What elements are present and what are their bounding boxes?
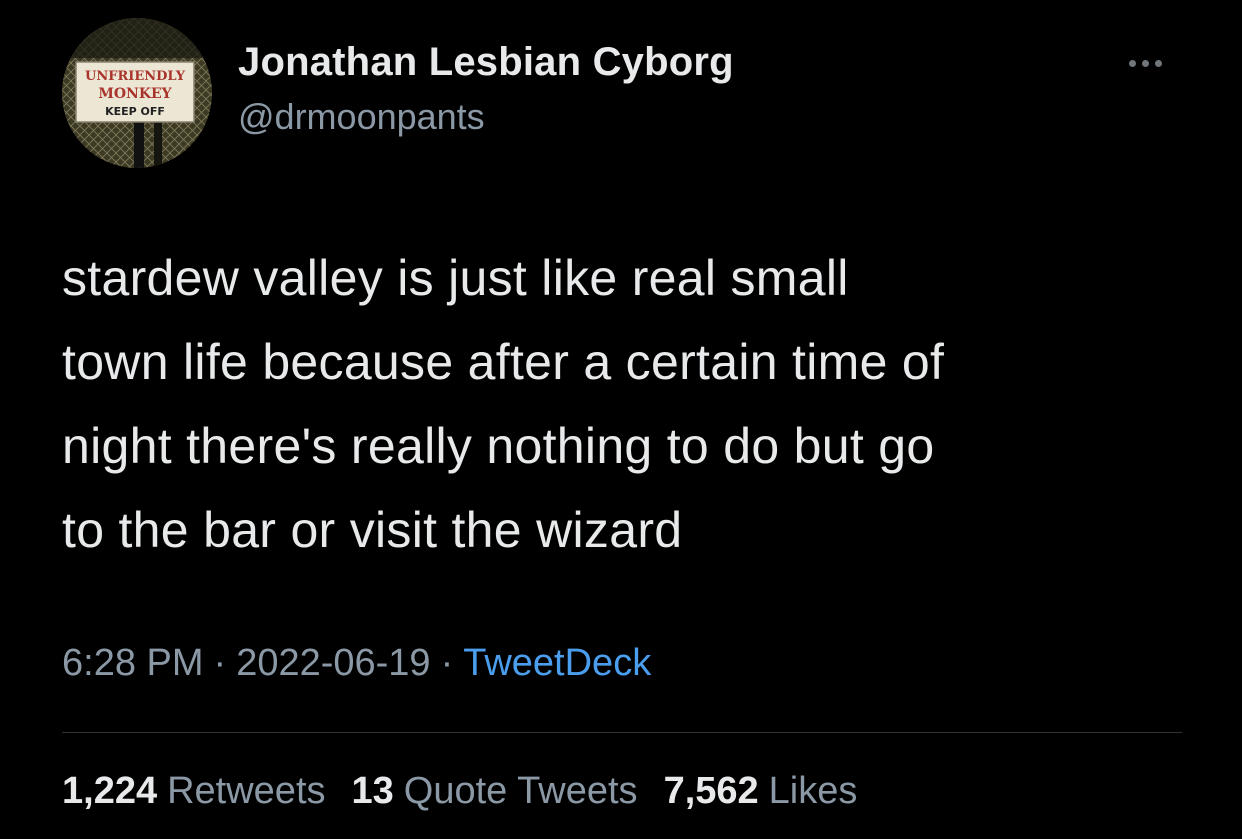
retweets-label: Retweets [167, 770, 326, 812]
avatar-sign-line2: MONKEY [98, 86, 172, 102]
more-options-button[interactable] [1110, 48, 1180, 78]
tweet-meta: 6:28 PM · 2022-06-19 · TweetDeck [62, 642, 651, 685]
avatar-image: UNFRIENDLY MONKEY KEEP OFF [62, 18, 212, 168]
tweet-text-line: town life because after a certain time o… [62, 334, 945, 390]
meta-separator: · [440, 642, 454, 684]
tweet-text-line: stardew valley is just like real small [62, 250, 849, 306]
avatar-sign-line3: KEEP OFF [105, 105, 165, 118]
author-handle[interactable]: @drmoonpants [238, 96, 485, 138]
author-display-name[interactable]: Jonathan Lesbian Cyborg [238, 40, 734, 85]
tweet-card: UNFRIENDLY MONKEY KEEP OFF Jonathan Lesb… [0, 0, 1242, 839]
quote-tweets-stat[interactable]: 13 Quote Tweets [352, 770, 638, 813]
quote-tweets-label: Quote Tweets [403, 770, 638, 812]
avatar-sign-line1: UNFRIENDLY [85, 69, 186, 84]
more-dots-icon [1154, 59, 1162, 67]
likes-stat[interactable]: 7,562 Likes [664, 770, 858, 813]
tweet-source-link[interactable]: TweetDeck [463, 642, 651, 684]
retweets-count: 1,224 [62, 770, 158, 812]
likes-count: 7,562 [663, 770, 759, 812]
divider [62, 732, 1182, 733]
tweet-text: stardew valley is just like real small t… [62, 236, 1202, 572]
avatar[interactable]: UNFRIENDLY MONKEY KEEP OFF [62, 18, 212, 168]
tweet-date[interactable]: 2022-06-19 [236, 642, 430, 684]
retweets-stat[interactable]: 1,224 Retweets [62, 770, 326, 813]
tweet-text-line: to the bar or visit the wizard [62, 502, 683, 558]
more-dots-icon [1128, 59, 1136, 67]
tweet-text-line: night there's really nothing to do but g… [62, 418, 935, 474]
meta-separator: · [213, 642, 227, 684]
likes-label: Likes [768, 770, 858, 812]
quote-tweets-count: 13 [351, 770, 394, 812]
tweet-stats: 1,224 Retweets 13 Quote Tweets 7,562 Likes [62, 770, 857, 813]
more-dots-icon [1141, 59, 1149, 67]
tweet-time[interactable]: 6:28 PM [62, 642, 204, 684]
